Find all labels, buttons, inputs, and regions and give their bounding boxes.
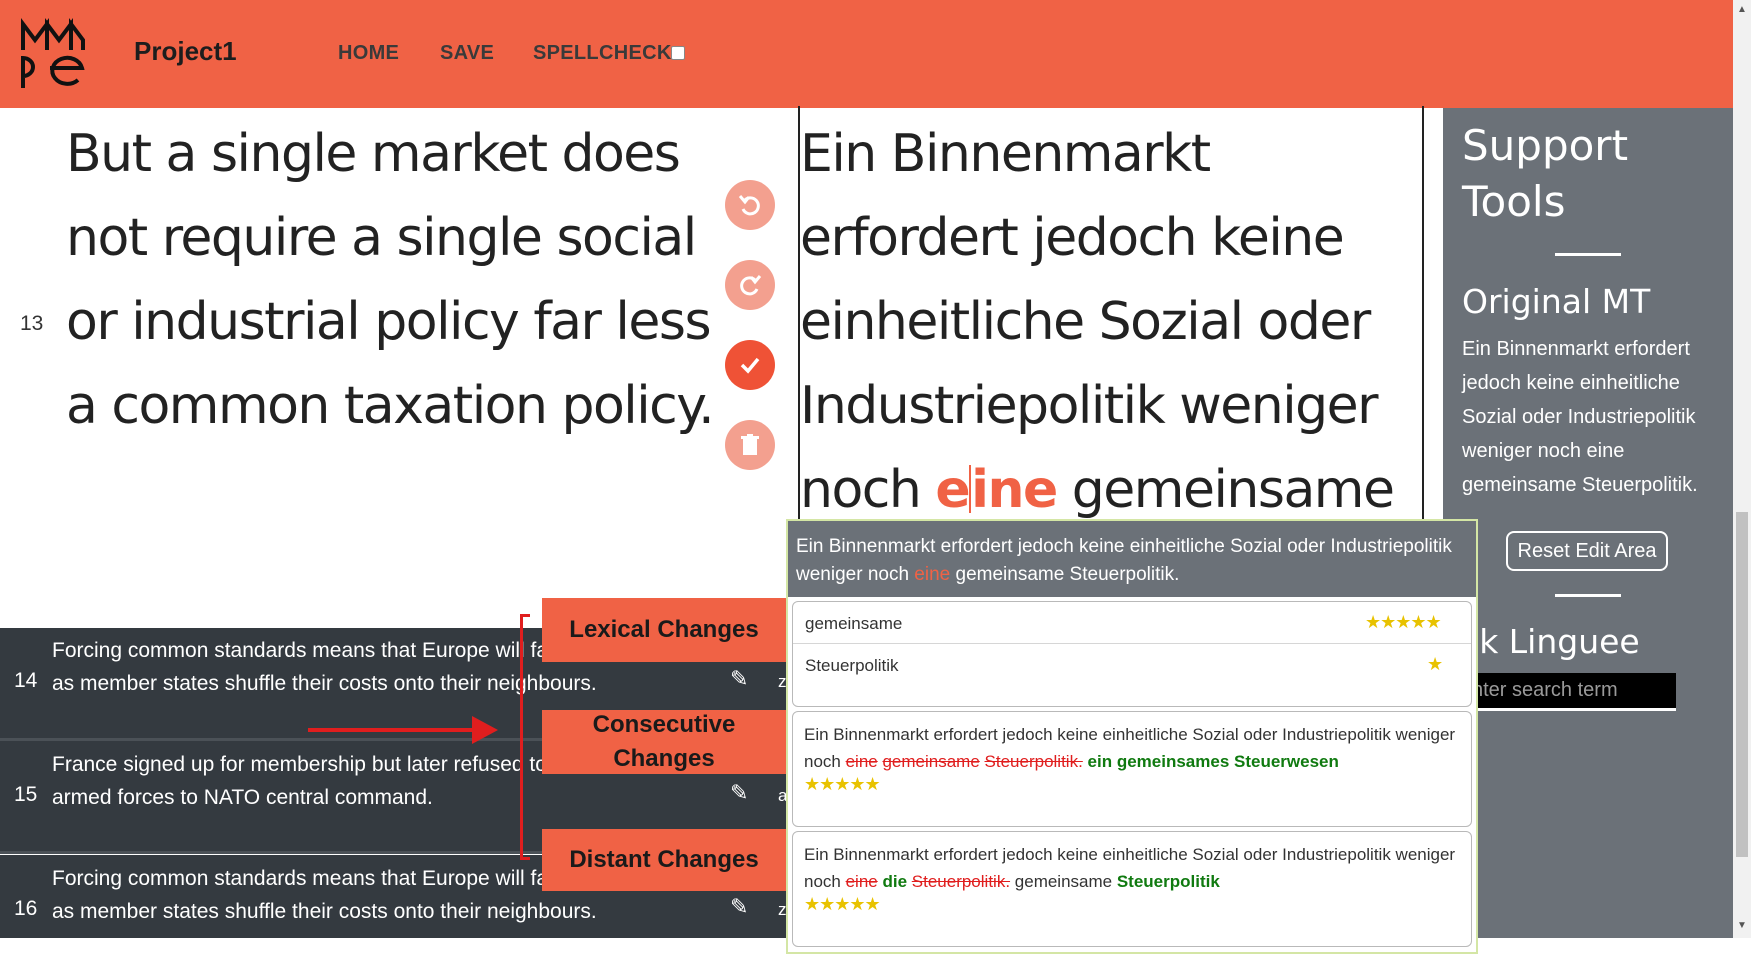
- distant-suggestion-card[interactable]: Ein Binnenmarkt erfordert jedoch keine e…: [792, 831, 1472, 947]
- inserted-word: Steuerpolitik: [1116, 872, 1220, 891]
- annotation-arrow-head: [472, 716, 498, 744]
- segment-number: 16: [14, 897, 38, 920]
- segment-number: 15: [14, 783, 38, 806]
- edit-pencil-icon[interactable]: ✎: [730, 894, 748, 920]
- suggestion-divider: [793, 643, 1471, 644]
- kept-word: gemeinsame: [1014, 872, 1113, 891]
- nav-save[interactable]: SAVE: [440, 42, 494, 65]
- segment-text-line: as member states shuffle their costs ont…: [52, 672, 597, 695]
- deleted-word: eine: [845, 872, 878, 891]
- support-tools-title: Support Tools: [1462, 121, 1629, 226]
- word-suggestion[interactable]: gemeinsame: [805, 614, 902, 634]
- popup-header-highlight: eine: [914, 564, 951, 585]
- suggestion-text: Ein Binnenmarkt erfordert jedoch keine e…: [804, 841, 1464, 895]
- confirm-button[interactable]: [725, 340, 775, 390]
- delete-button[interactable]: [725, 420, 775, 470]
- word-suggestion[interactable]: Steuerpolitik: [805, 656, 899, 676]
- undo-button[interactable]: [725, 180, 775, 230]
- segment-text-line: armed forces to NATO central command.: [52, 786, 433, 809]
- target-highlight-end: ine: [971, 460, 1058, 520]
- nav-home[interactable]: HOME: [338, 42, 399, 65]
- popup-header-text-end: gemeinsame Steuerpolitik.: [950, 564, 1180, 585]
- scrollbar-thumb[interactable]: [1736, 512, 1748, 857]
- rating-stars: ★★★★★: [804, 774, 881, 794]
- project-title: Project1: [134, 36, 237, 66]
- annotation-bracket: [520, 614, 530, 860]
- mmpe-logo: [20, 18, 88, 90]
- scroll-up-icon[interactable]: ▲: [1736, 4, 1748, 16]
- consecutive-suggestion-card[interactable]: Ein Binnenmarkt erfordert jedoch keine e…: [792, 711, 1472, 827]
- sidebar-divider: [1555, 253, 1621, 256]
- target-text[interactable]: Ein Binnenmarkt erfordert jedoch keine e…: [800, 112, 1422, 526]
- deleted-word: eine: [845, 752, 878, 771]
- inserted-word: die: [882, 872, 908, 891]
- segment-text-line: as member states shuffle their costs ont…: [52, 900, 597, 923]
- segment-number: 14: [14, 669, 38, 692]
- rating-stars: ★: [1427, 654, 1443, 674]
- scroll-down-icon[interactable]: ▼: [1736, 920, 1748, 932]
- consecutive-changes-label: Consecutive Changes: [542, 710, 786, 774]
- segment-number: 13: [20, 312, 44, 335]
- ask-linguee-title: sk Linguee: [1462, 622, 1640, 661]
- target-edit-area[interactable]: Ein Binnenmarkt erfordert jedoch keine e…: [798, 106, 1424, 526]
- linguee-search-input[interactable]: nter search term: [1462, 673, 1676, 711]
- edit-pencil-icon[interactable]: ✎: [730, 780, 748, 806]
- target-highlight-start: e: [935, 460, 970, 520]
- redo-icon: [740, 275, 762, 296]
- annotation-arrow: [308, 728, 478, 732]
- rating-stars: ★★★★★: [804, 894, 881, 914]
- inserted-words: ein gemeinsames Steuerwesen: [1087, 752, 1339, 771]
- trash-icon: [741, 434, 759, 455]
- redo-button[interactable]: [725, 260, 775, 310]
- distant-changes-label: Distant Changes: [542, 829, 786, 891]
- deleted-word: gemeinsame: [882, 752, 980, 771]
- app-root: Project1 HOME SAVE SPELLCHECK 13 But a s…: [0, 0, 1751, 956]
- target-text-after: gemeinsame: [1056, 460, 1395, 520]
- edit-pencil-icon[interactable]: ✎: [730, 666, 748, 692]
- suggestion-popup: Ein Binnenmarkt erfordert jedoch keine e…: [786, 519, 1478, 954]
- check-icon: [740, 357, 760, 374]
- word-suggestion-card: gemeinsame ★★★★★ Steuerpolitik ★: [792, 601, 1472, 707]
- spellcheck-checkbox[interactable]: [671, 46, 685, 60]
- deleted-word: Steuerpolitik.: [911, 872, 1011, 891]
- popup-header: Ein Binnenmarkt erfordert jedoch keine e…: [788, 521, 1476, 597]
- original-mt-title: Original MT: [1462, 282, 1651, 321]
- nav-spellcheck[interactable]: SPELLCHECK: [533, 42, 672, 65]
- deleted-word: Steuerpolitik.: [984, 752, 1083, 771]
- support-tools-sidebar: [1443, 108, 1733, 938]
- rating-stars: ★★★★★: [1365, 612, 1442, 632]
- lexical-changes-label: Lexical Changes: [542, 598, 786, 662]
- original-mt-text: Ein Binnenmarkt erfordert jedoch keine e…: [1462, 338, 1698, 496]
- sidebar-divider: [1555, 594, 1621, 597]
- top-navbar: Project1 HOME SAVE SPELLCHECK: [0, 0, 1733, 108]
- reset-edit-area-button[interactable]: Reset Edit Area: [1506, 531, 1668, 571]
- suggestion-text: Ein Binnenmarkt erfordert jedoch keine e…: [804, 721, 1464, 775]
- undo-icon: [738, 195, 760, 216]
- source-text: But a single market does not require a s…: [66, 124, 715, 436]
